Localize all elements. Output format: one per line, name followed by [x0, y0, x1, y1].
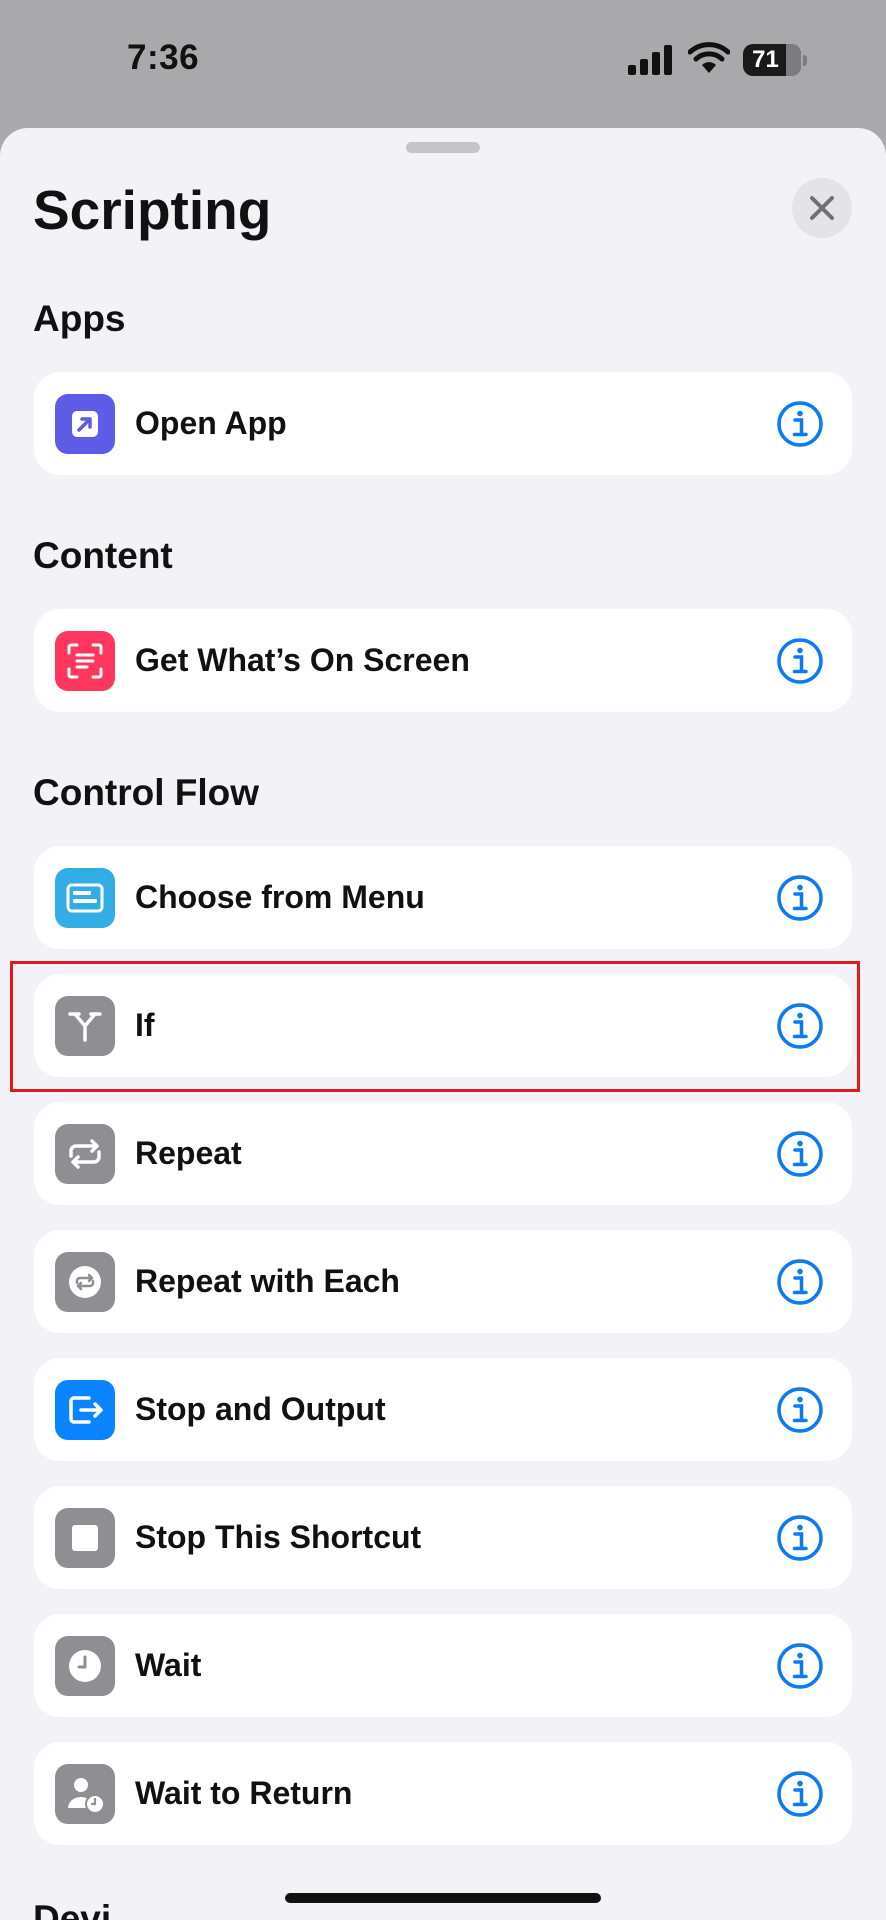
person-clock-icon: [55, 1764, 115, 1824]
action-label: Repeat: [135, 1135, 242, 1171]
info-button[interactable]: [776, 1130, 824, 1178]
cellular-signal-icon: [628, 45, 672, 75]
action-stop-this-shortcut[interactable]: Stop This Shortcut: [34, 1486, 852, 1589]
info-icon: [777, 1771, 823, 1817]
action-wait[interactable]: Wait: [34, 1614, 852, 1717]
repeat-circle-icon: [55, 1252, 115, 1312]
section-header-device: Devi: [33, 1898, 112, 1920]
stop-square-icon: [55, 1508, 115, 1568]
info-icon: [777, 401, 823, 447]
info-button[interactable]: [776, 1386, 824, 1434]
close-icon: [810, 196, 834, 220]
clock-icon: [55, 1636, 115, 1696]
section-header-control-flow: Control Flow: [33, 772, 260, 813]
sheet-grabber[interactable]: [406, 142, 480, 153]
info-icon: [777, 1515, 823, 1561]
action-wait-to-return[interactable]: Wait to Return: [34, 1742, 852, 1845]
action-label: Stop This Shortcut: [135, 1519, 422, 1555]
status-bar: 7:36 71: [0, 0, 886, 128]
action-label: Get What’s On Screen: [135, 642, 470, 678]
action-open-app[interactable]: Open App: [34, 372, 852, 475]
action-label: Wait: [135, 1647, 202, 1683]
action-repeat[interactable]: Repeat: [34, 1102, 852, 1205]
action-repeat-with-each[interactable]: Repeat with Each: [34, 1230, 852, 1333]
info-button[interactable]: [776, 874, 824, 922]
action-label: Repeat with Each: [135, 1263, 400, 1299]
info-button[interactable]: [776, 400, 824, 448]
info-icon: [777, 1131, 823, 1177]
info-icon: [777, 1259, 823, 1305]
status-time: 7:36: [127, 38, 200, 77]
scan-text-icon: [55, 631, 115, 691]
highlight-box: [10, 961, 860, 1092]
home-indicator: [285, 1893, 601, 1903]
stop-output-icon: [55, 1380, 115, 1440]
action-label: Stop and Output: [135, 1391, 386, 1427]
open-app-icon: [55, 394, 115, 454]
section-header-apps: Apps: [33, 298, 126, 339]
action-label: Open App: [135, 405, 287, 441]
sheet-title: Scripting: [33, 179, 272, 241]
info-icon: [777, 1643, 823, 1689]
info-icon: [777, 1387, 823, 1433]
info-button[interactable]: [776, 1258, 824, 1306]
close-button[interactable]: [792, 178, 852, 238]
menu-card-icon: [55, 868, 115, 928]
action-label: Choose from Menu: [135, 879, 425, 915]
info-icon: [777, 638, 823, 684]
wifi-icon: [688, 42, 730, 73]
info-icon: [777, 875, 823, 921]
action-get-whats-on-screen[interactable]: Get What’s On Screen: [34, 609, 852, 712]
battery-icon: 71: [743, 44, 807, 76]
action-stop-and-output[interactable]: Stop and Output: [34, 1358, 852, 1461]
battery-level: 71: [752, 46, 779, 73]
info-button[interactable]: [776, 637, 824, 685]
action-label: Wait to Return: [135, 1775, 353, 1811]
repeat-icon: [55, 1124, 115, 1184]
section-header-content: Content: [33, 535, 173, 576]
info-button[interactable]: [776, 1770, 824, 1818]
info-button[interactable]: [776, 1642, 824, 1690]
action-choose-from-menu[interactable]: Choose from Menu: [34, 846, 852, 949]
info-button[interactable]: [776, 1514, 824, 1562]
